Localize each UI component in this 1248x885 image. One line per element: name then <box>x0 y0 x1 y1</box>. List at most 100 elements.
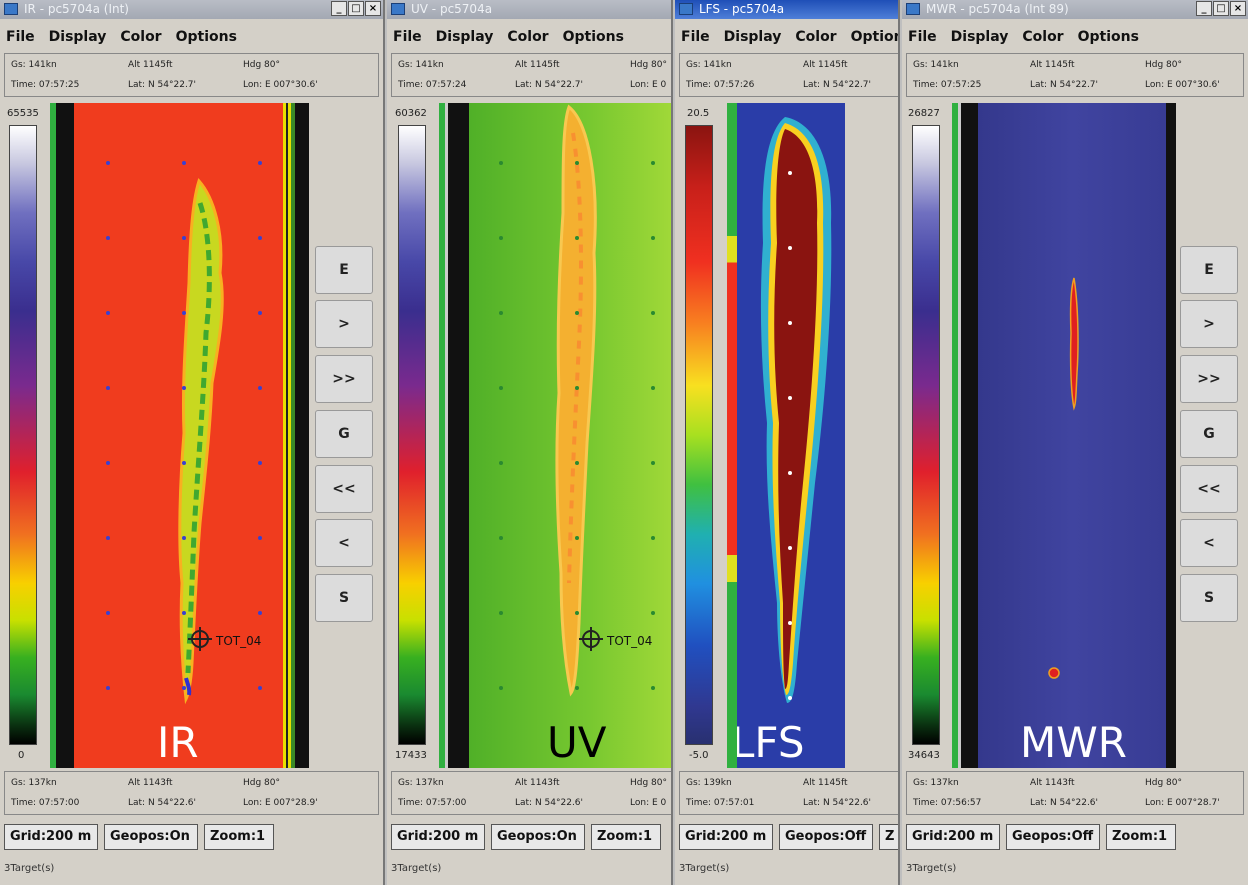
longitude: Lon: E 007°30.6' <box>243 80 318 90</box>
ir-window: IR - pc5704a (Int) _ □ × File Display Co… <box>0 0 385 885</box>
heading: Hdg 80° <box>630 778 668 788</box>
menu-color[interactable]: Color <box>120 25 161 49</box>
lfs-image: LFS <box>737 103 845 768</box>
grid-button[interactable]: Grid:200 m <box>391 824 485 850</box>
menu-color[interactable]: Color <box>795 25 836 49</box>
menu-file[interactable]: File <box>393 25 422 49</box>
menu-color[interactable]: Color <box>507 25 548 49</box>
nav-button-fast-forward[interactable]: >> <box>1180 355 1238 403</box>
close-icon[interactable]: × <box>1230 1 1246 16</box>
grid-button[interactable]: Grid:200 m <box>906 824 1000 850</box>
menu-options[interactable]: Options <box>563 25 624 49</box>
nav-button-fast-forward[interactable]: >> <box>315 355 373 403</box>
lfs-slick <box>760 117 832 703</box>
grid-dot <box>788 246 792 250</box>
target-crosshair-icon[interactable] <box>188 627 212 651</box>
zoom-button[interactable]: Zoom:1 <box>204 824 274 850</box>
mwr-top-info: Gs: 141kn Alt 1145ft Hdg 80° Time: 07:57… <box>906 53 1244 97</box>
nav-button-next[interactable]: > <box>1180 300 1238 348</box>
menu-display[interactable]: Display <box>49 25 107 49</box>
menu-file[interactable]: File <box>681 25 710 49</box>
zoom-button[interactable]: Zoom:1 <box>1106 824 1176 850</box>
ir-label: IR <box>157 718 199 767</box>
ground-speed: Gs: 137kn <box>398 778 444 788</box>
uv-window: UV - pc5704a File Display Color Options … <box>387 0 673 885</box>
menu-file[interactable]: File <box>908 25 937 49</box>
ground-speed: Gs: 139kn <box>686 778 732 788</box>
zoom-button[interactable]: Zoom:1 <box>591 824 661 850</box>
latitude: Lat: N 54°22.7' <box>1030 80 1099 90</box>
nav-button-g[interactable]: G <box>315 410 373 458</box>
ground-speed: Gs: 141kn <box>398 60 444 70</box>
ir-image: TOT_04 IR <box>74 103 309 768</box>
grid-dot <box>575 386 579 390</box>
mwr-image: MWR <box>978 103 1166 768</box>
grid-dot <box>575 161 579 165</box>
target-count: 3Target(s) <box>391 863 442 874</box>
minimize-icon[interactable]: _ <box>331 1 347 16</box>
grid-button[interactable]: Grid:200 m <box>679 824 773 850</box>
ground-speed: Gs: 141kn <box>913 60 959 70</box>
scale-max: 65535 <box>7 108 39 119</box>
mwr-title: MWR - pc5704a (Int 89) <box>926 2 1069 16</box>
grid-dot <box>499 386 503 390</box>
menu-display[interactable]: Display <box>436 25 494 49</box>
menu-options[interactable]: Options <box>851 25 898 49</box>
nav-button-s[interactable]: S <box>1180 574 1238 622</box>
menu-display[interactable]: Display <box>724 25 782 49</box>
nav-button-next[interactable]: > <box>315 300 373 348</box>
nav-button-prev[interactable]: < <box>315 519 373 567</box>
menu-file[interactable]: File <box>6 25 35 49</box>
zoom-button[interactable]: Z <box>879 824 898 850</box>
maximize-icon[interactable]: □ <box>348 1 364 16</box>
latitude: Lat: N 54°22.7' <box>803 80 872 90</box>
grid-dot <box>106 386 110 390</box>
grid-dot <box>258 686 262 690</box>
heading: Hdg 80° <box>1145 778 1183 788</box>
menu-options[interactable]: Options <box>176 25 237 49</box>
target-crosshair-icon[interactable] <box>579 627 603 651</box>
altitude: Alt 1145ft <box>803 778 848 788</box>
app-icon <box>906 3 920 15</box>
ir-menubar: File Display Color Options <box>0 25 383 49</box>
nav-button-g[interactable]: G <box>1180 410 1238 458</box>
menu-display[interactable]: Display <box>951 25 1009 49</box>
geopos-button[interactable]: Geopos:Off <box>1006 824 1100 850</box>
ir-titlebar[interactable]: IR - pc5704a (Int) _ □ × <box>0 0 383 19</box>
grid-dot <box>182 611 186 615</box>
lfs-titlebar[interactable]: LFS - pc5704a <box>675 0 898 19</box>
nav-button-s[interactable]: S <box>315 574 373 622</box>
geopos-button[interactable]: Geopos:On <box>104 824 198 850</box>
grid-dot <box>499 236 503 240</box>
grid-button[interactable]: Grid:200 m <box>4 824 98 850</box>
uv-titlebar[interactable]: UV - pc5704a <box>387 0 671 19</box>
grid-dot <box>788 546 792 550</box>
mwr-titlebar[interactable]: MWR - pc5704a (Int 89) _ □ × <box>902 0 1248 19</box>
nav-button-rewind[interactable]: << <box>1180 465 1238 513</box>
latitude: Lat: N 54°22.7' <box>128 80 197 90</box>
menu-color[interactable]: Color <box>1022 25 1063 49</box>
grid-dot <box>258 461 262 465</box>
lfs-label: LFS <box>737 718 805 767</box>
grid-dot <box>106 311 110 315</box>
lfs-strip <box>727 103 737 768</box>
geopos-button[interactable]: Geopos:On <box>491 824 585 850</box>
time: Time: 07:57:24 <box>398 80 467 90</box>
nav-button-prev[interactable]: < <box>1180 519 1238 567</box>
nav-button-e[interactable]: E <box>315 246 373 294</box>
time: Time: 07:57:25 <box>11 80 80 90</box>
geopos-button[interactable]: Geopos:Off <box>779 824 873 850</box>
uv-title: UV - pc5704a <box>411 2 493 16</box>
close-icon[interactable]: × <box>365 1 381 16</box>
grid-dot <box>106 536 110 540</box>
minimize-icon[interactable]: _ <box>1196 1 1212 16</box>
maximize-icon[interactable]: □ <box>1213 1 1229 16</box>
nav-button-e[interactable]: E <box>1180 246 1238 294</box>
nav-button-rewind[interactable]: << <box>315 465 373 513</box>
lfs-menubar: File Display Color Options <box>675 25 898 49</box>
menu-options[interactable]: Options <box>1078 25 1139 49</box>
heading: Hdg 80° <box>243 60 281 70</box>
grid-dot <box>788 321 792 325</box>
lfs-window: LFS - pc5704a File Display Color Options… <box>675 0 900 885</box>
heading: Hdg 80° <box>243 778 281 788</box>
